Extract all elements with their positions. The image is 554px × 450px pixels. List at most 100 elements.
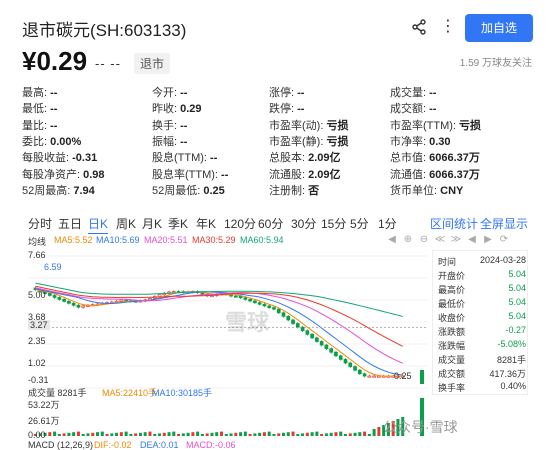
- tooltip-label: 成交额: [438, 369, 466, 379]
- tab-period[interactable]: 5分: [350, 215, 369, 232]
- tooltip-row: 涨跌幅 -5.08%: [438, 339, 526, 351]
- volume-bar: [296, 434, 300, 436]
- pan-right-icon[interactable]: ▶: [482, 234, 494, 246]
- tab-period[interactable]: 15分: [321, 215, 346, 232]
- low-marker: 0.25: [394, 371, 412, 381]
- volume-bar: [315, 431, 319, 436]
- stat-value: 2.09亿: [308, 168, 341, 181]
- volume-bar: [229, 433, 233, 436]
- volume-bar: [119, 432, 123, 436]
- candle-body: [76, 304, 81, 308]
- interval-stats-link[interactable]: 区间统计: [430, 215, 478, 232]
- tooltip-label: 换手率: [438, 383, 466, 393]
- volume-bar: [53, 431, 57, 436]
- volume-bar: [134, 433, 138, 436]
- stat-label: 52周最低:: [152, 184, 201, 197]
- volume-bar: [162, 432, 166, 436]
- tab-period[interactable]: 周K: [116, 215, 136, 232]
- tab-period[interactable]: 1分: [378, 215, 397, 232]
- candle-body: [233, 295, 238, 298]
- tab-period[interactable]: 30分: [291, 215, 316, 232]
- candle-body: [305, 330, 310, 335]
- stat-value: --: [180, 119, 188, 132]
- y-tick-label: -0.31: [28, 375, 49, 385]
- volume-bar: [224, 434, 228, 436]
- y-tick-label: 2.35: [28, 336, 46, 346]
- more-dots-icon[interactable]: ⋮: [440, 16, 456, 36]
- ma30-line: [35, 285, 403, 347]
- candlestick-chart[interactable]: [28, 248, 428, 448]
- volume-bar: [272, 434, 276, 436]
- add-to-watchlist-button[interactable]: 加自选: [465, 14, 533, 42]
- volume-bar: [91, 432, 95, 436]
- macd-value: MACD:-0.06: [186, 440, 236, 450]
- stat-item: 市盈率(动): 亏损: [269, 117, 348, 133]
- stat-value: --: [297, 103, 305, 116]
- tooltip-value: 2024-03-28: [479, 255, 526, 265]
- stat-item: 注册制: 否: [269, 182, 319, 198]
- stat-value: 0.29: [180, 103, 202, 116]
- volume-y-tick: 0.00: [28, 430, 46, 440]
- share-icon[interactable]: [410, 18, 428, 36]
- tab-period[interactable]: 60分: [258, 215, 283, 232]
- tooltip-label: 收盘价: [438, 313, 466, 323]
- current-price: ¥0.29: [22, 46, 88, 76]
- candle-body: [52, 295, 57, 298]
- stat-item: 股息率(TTM): --: [152, 166, 228, 182]
- stat-label: 每股收益:: [22, 152, 70, 165]
- stat-item: 总市值: 6066.37万: [390, 149, 480, 165]
- stat-value: 亏损: [326, 119, 349, 132]
- volume-bar: [239, 432, 243, 436]
- volume-bar: [62, 433, 66, 436]
- tooltip-label: 开盘价: [438, 271, 466, 281]
- stat-value: -0.31: [72, 152, 98, 165]
- macd-label: MACD (12,26,9): [28, 440, 94, 450]
- volume-bar: [148, 431, 152, 436]
- scroll-left-fast-icon[interactable]: ≪: [434, 234, 446, 246]
- tab-period[interactable]: 五日: [58, 215, 82, 232]
- volume-bar: [72, 432, 76, 436]
- tab-period[interactable]: 日K: [88, 215, 109, 234]
- stat-label: 最高:: [22, 87, 48, 99]
- followers-count: 1.59 万球友关注: [459, 58, 532, 69]
- stat-item: 成交额: --: [390, 100, 436, 116]
- volume-bar: [301, 433, 305, 436]
- tooltip-row: 最高价 5.04: [438, 283, 526, 295]
- volume-bar: [267, 431, 271, 436]
- tab-period[interactable]: 120分: [224, 215, 256, 232]
- scroll-right-fast-icon[interactable]: ≫: [450, 234, 462, 246]
- volume-bar: [138, 432, 142, 436]
- stat-value: 否: [308, 184, 320, 197]
- fullscreen-link[interactable]: 全屏显示: [480, 215, 528, 232]
- tab-period[interactable]: 年K: [196, 215, 216, 232]
- tooltip-value: -5.08%: [497, 339, 526, 349]
- tooltip-value: 8281手: [496, 355, 526, 365]
- scroll-left-icon[interactable]: ◀: [386, 234, 398, 246]
- volume-bar: [143, 432, 147, 436]
- pan-left-icon[interactable]: ◀: [466, 234, 478, 246]
- stat-item: 市盈率(TTM): 亏损: [390, 117, 481, 133]
- ma20-value: MA20:5.51: [144, 235, 188, 245]
- candle-body: [81, 305, 86, 308]
- ma60-value: MA60:5.94: [240, 235, 284, 245]
- stat-value: --: [297, 87, 305, 99]
- reset-icon[interactable]: ⟳: [498, 234, 510, 246]
- candle-body: [362, 373, 367, 377]
- stat-value: 亏损: [326, 135, 349, 148]
- tooltip-label: 时间: [438, 257, 457, 267]
- tab-period[interactable]: 月K: [142, 215, 162, 232]
- candle-body: [71, 302, 76, 306]
- ma-label: 均线: [28, 237, 47, 247]
- volume-bar: [253, 433, 257, 436]
- zoom-in-icon[interactable]: ⊕: [402, 234, 414, 246]
- stat-label: 振幅:: [152, 135, 178, 148]
- volume-bar: [329, 432, 333, 436]
- tab-period[interactable]: 分时: [28, 215, 52, 232]
- tab-period[interactable]: 季K: [168, 215, 188, 232]
- volume-bar: [86, 433, 90, 436]
- candle-body: [291, 319, 295, 324]
- stat-label: 注册制:: [269, 184, 306, 197]
- volume-bar: [234, 432, 238, 436]
- stat-item: 每股收益: -0.31: [22, 149, 97, 165]
- zoom-out-icon[interactable]: ⊖: [418, 234, 430, 246]
